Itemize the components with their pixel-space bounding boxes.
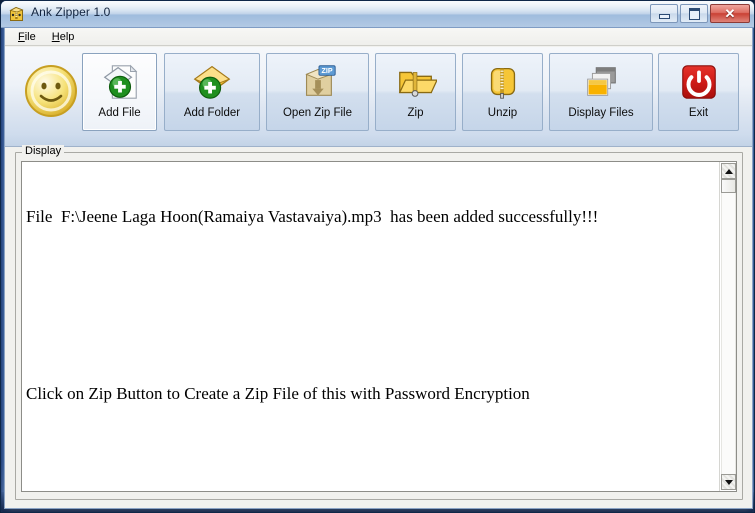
close-icon: ✕ [724, 6, 736, 21]
scroll-up-button[interactable] [721, 163, 736, 179]
close-button[interactable]: ✕ [710, 4, 750, 23]
stacked-windows-icon [550, 59, 652, 105]
display-files-button[interactable]: Display Files [549, 53, 653, 131]
display-line [26, 266, 715, 286]
display-textarea[interactable]: File F:\Jeene Laga Hoon(Ramaiya Vastavai… [21, 161, 737, 492]
toolbar: Add File Add Folder ZIP Open Zip File Zi… [5, 47, 752, 147]
minimize-icon [658, 14, 670, 19]
minimize-button[interactable] [650, 4, 678, 23]
svg-text:ZIP: ZIP [321, 67, 332, 75]
document-add-icon [83, 59, 156, 105]
display-textarea-content: File F:\Jeene Laga Hoon(Ramaiya Vastavai… [22, 162, 719, 491]
title-bar: Ank Zipper 1.0 ✕ [1, 1, 754, 28]
scroll-down-icon [724, 479, 733, 485]
display-line [26, 325, 715, 345]
menu-item-file[interactable]: File [13, 30, 43, 44]
display-line: File F:\Jeene Laga Hoon(Ramaiya Vastavai… [26, 207, 599, 227]
client-area: File Help Add File Add Folder ZIP Open Z… [4, 28, 753, 509]
open-zip-file-button[interactable]: ZIP Open Zip File [266, 53, 369, 131]
display-group-box: Display File F:\Jeene Laga Hoon(Ramaiya … [15, 145, 743, 500]
add-folder-button[interactable]: Add Folder [164, 53, 260, 131]
display-files-label: Display Files [568, 107, 634, 119]
smiley-face-logo [23, 63, 79, 119]
maximize-icon [688, 7, 700, 20]
zipped-bag-icon [463, 59, 542, 105]
zip-package-open-icon: ZIP [267, 59, 368, 105]
scroll-down-button[interactable] [721, 474, 736, 490]
add-folder-label: Add Folder [183, 107, 241, 119]
menu-item-help[interactable]: Help [47, 30, 82, 44]
power-button-icon [659, 59, 738, 105]
menu-bar: File Help [5, 28, 752, 46]
vertical-scrollbar[interactable] [719, 162, 736, 491]
exit-label: Exit [688, 107, 709, 119]
display-line: Click on Zip Button to Create a Zip File… [26, 384, 530, 404]
scroll-up-icon [724, 168, 733, 174]
zip-bag-icon [9, 6, 24, 21]
folder-zipper-icon [376, 59, 455, 105]
folder-add-icon [165, 59, 259, 105]
unzip-button[interactable]: Unzip [462, 53, 543, 131]
exit-button[interactable]: Exit [658, 53, 739, 131]
display-group-legend: Display [22, 145, 65, 157]
title-bar-gloss [1, 1, 754, 14]
add-file-label: Add File [98, 107, 141, 119]
add-file-button[interactable]: Add File [82, 53, 157, 131]
maximize-button[interactable] [680, 4, 708, 23]
window-title: Ank Zipper 1.0 [31, 5, 111, 19]
zip-label: Zip [407, 107, 424, 119]
application-window: Ank Zipper 1.0 ✕ File Help Add File Add … [0, 0, 755, 513]
unzip-label: Unzip [487, 107, 518, 119]
scrollbar-track[interactable] [721, 179, 736, 474]
zip-button[interactable]: Zip [375, 53, 456, 131]
scrollbar-thumb[interactable] [721, 179, 736, 193]
open-zip-file-label: Open Zip File [282, 107, 353, 119]
